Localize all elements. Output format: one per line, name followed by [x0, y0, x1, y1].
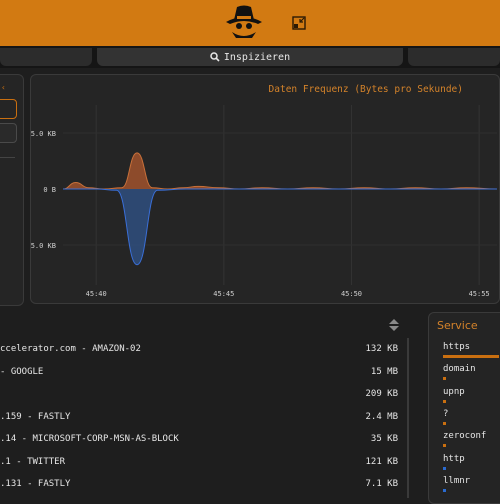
sort-updown-icon[interactable]	[388, 318, 400, 332]
size-value: 2.4 MB	[365, 411, 398, 422]
size-value: 132 KB	[365, 344, 398, 354]
service-item[interactable]: http	[443, 454, 500, 476]
host-label: .131 - FASTLY	[0, 479, 71, 489]
table-row[interactable]: .131 - FASTLY 7.1 KB	[0, 479, 400, 501]
service-share-bar	[443, 466, 446, 470]
service-name: ?	[443, 408, 449, 419]
chart-title: Daten Frequenz (Bytes pro Sekunde)	[269, 84, 463, 95]
service-share-bar	[443, 444, 446, 448]
tab-left[interactable]	[0, 48, 92, 66]
series-area-download	[63, 189, 497, 265]
service-share-bar	[443, 421, 446, 425]
service-item[interactable]: llmnr	[443, 476, 500, 498]
divider	[0, 157, 15, 158]
y-tick-labels: 5.0 KB 0 B 5.0 KB	[31, 130, 56, 250]
service-item[interactable]: zeroconf	[443, 431, 500, 453]
table-row[interactable]: - GOOGLE 15 MB	[0, 367, 400, 389]
frequency-chart: Daten Frequenz (Bytes pro Sekunde) 5.0 K…	[31, 84, 498, 298]
tab-inspizieren-label: Inspizieren	[223, 51, 291, 63]
service-panel: Service https domain upnp? zeroconf http llmn…	[428, 312, 500, 504]
x-tick-label: 45:50	[341, 290, 362, 298]
service-name: http	[443, 453, 465, 464]
size-value: 15 MB	[370, 366, 398, 377]
magnifier-icon	[210, 52, 220, 62]
tab-inspizieren[interactable]: Inspizieren	[97, 48, 403, 66]
service-name: upnp	[443, 386, 465, 397]
x-tick-label: 45:45	[213, 290, 234, 298]
top-bar	[0, 0, 500, 48]
size-value: 7.1 KB	[365, 479, 398, 489]
spy-hat-logo-icon[interactable]	[222, 2, 266, 40]
x-tick-label: 45:40	[86, 290, 107, 298]
service-name: zeroconf	[443, 431, 487, 442]
host-label: .159 - FASTLY	[0, 411, 71, 422]
table-row[interactable]: ccelerator.com - AMAZON-02 132 KB	[0, 344, 400, 366]
table-row[interactable]: .159 - FASTLY 2.4 MB	[0, 412, 400, 434]
tab-right[interactable]	[408, 48, 500, 66]
table-row[interactable]: .14 - MICROSOFT-CORP-MSN-AS-BLOCK 35 KB	[0, 434, 400, 456]
service-share-bar	[443, 399, 446, 403]
service-item[interactable]: domain	[443, 364, 500, 386]
collapse-caret-icon[interactable]: ‹	[1, 83, 6, 92]
y-tick-label: 0 B	[43, 186, 56, 194]
service-name: llmnr	[443, 475, 471, 486]
service-share-bar	[443, 488, 446, 492]
filter-toggle-active[interactable]	[0, 99, 17, 119]
service-share-bar	[443, 377, 446, 381]
service-item[interactable]: upnp	[443, 387, 500, 409]
connections-table: ccelerator.com - AMAZON-02 132 KB - GOOGLE…	[0, 312, 422, 500]
chart-panel: Daten Frequenz (Bytes pro Sekunde) 5.0 K…	[30, 74, 500, 304]
series-area-upload	[63, 152, 497, 189]
service-item[interactable]: ?	[443, 409, 500, 431]
series-group	[62, 152, 498, 266]
service-name: https	[443, 342, 471, 352]
size-value: 209 KB	[365, 389, 398, 399]
table-row[interactable]: 209 KB	[0, 389, 400, 411]
x-tick-label: 45:55	[469, 290, 490, 298]
service-item[interactable]: https	[443, 342, 500, 364]
service-title: Service	[437, 319, 478, 332]
y-tick-label: 5.0 KB	[31, 242, 56, 250]
host-label: ccelerator.com - AMAZON-02	[0, 344, 141, 354]
host-label: .1 - TWITTER	[0, 456, 66, 467]
x-tick-labels: 45:40 45:45 45:50 45:55	[86, 290, 490, 298]
service-share-bar	[443, 355, 499, 358]
service-name: domain	[443, 364, 476, 375]
size-value: 121 KB	[365, 456, 398, 467]
host-label: .14 - MICROSOFT-CORP-MSN-AS-BLOCK	[0, 434, 179, 444]
filter-toggle[interactable]	[0, 123, 17, 143]
size-value: 35 KB	[370, 434, 398, 444]
y-tick-label: 5.0 KB	[31, 130, 56, 138]
host-label: - GOOGLE	[0, 366, 44, 377]
table-row[interactable]: .1 - TWITTER 121 KB	[0, 457, 400, 479]
table-scrollbar[interactable]	[407, 338, 409, 498]
filter-panel: ‹	[0, 74, 24, 306]
tab-bar: Inspizieren	[0, 46, 500, 68]
shrink-window-icon[interactable]	[292, 16, 306, 30]
